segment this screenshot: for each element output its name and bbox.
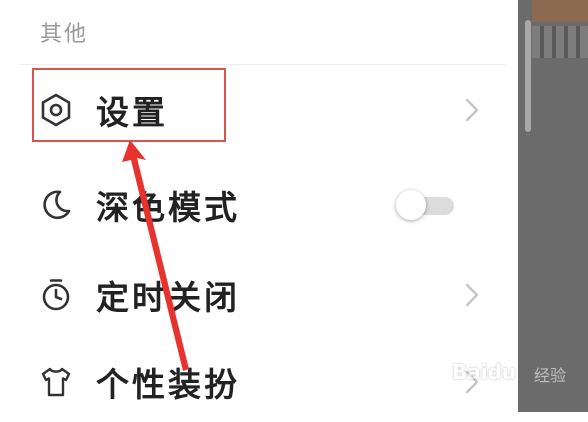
watermark: Baidu 经验: [452, 356, 588, 396]
menu-item-label: 深色模式: [96, 188, 240, 227]
side-menu-panel: 其他 设置 深色模式 定时关闭 个性装扮: [0, 0, 518, 412]
watermark-logo: Baidu: [452, 360, 517, 384]
background-thumbnail: [532, 0, 588, 22]
dark-mode-toggle[interactable]: [396, 190, 456, 220]
menu-item-dark-mode[interactable]: 深色模式: [20, 165, 506, 245]
scrollbar[interactable]: [525, 20, 531, 132]
menu-item-personalize[interactable]: 个性装扮: [20, 342, 506, 422]
timer-icon: [38, 277, 74, 313]
section-divider: [20, 64, 506, 65]
toggle-knob: [396, 190, 426, 220]
menu-item-label: 定时关闭: [96, 278, 240, 317]
watermark-text: 经验: [534, 366, 567, 385]
tshirt-icon: [38, 364, 74, 400]
chevron-right-icon: [464, 96, 480, 124]
highlight-box: [32, 68, 226, 142]
background-thumbnail-strip: [532, 26, 588, 58]
chevron-right-icon: [464, 281, 480, 309]
section-title: 其他: [40, 22, 89, 47]
menu-item-sleep-timer[interactable]: 定时关闭: [20, 255, 506, 335]
moon-icon: [38, 187, 74, 223]
menu-item-label: 个性装扮: [96, 365, 240, 404]
